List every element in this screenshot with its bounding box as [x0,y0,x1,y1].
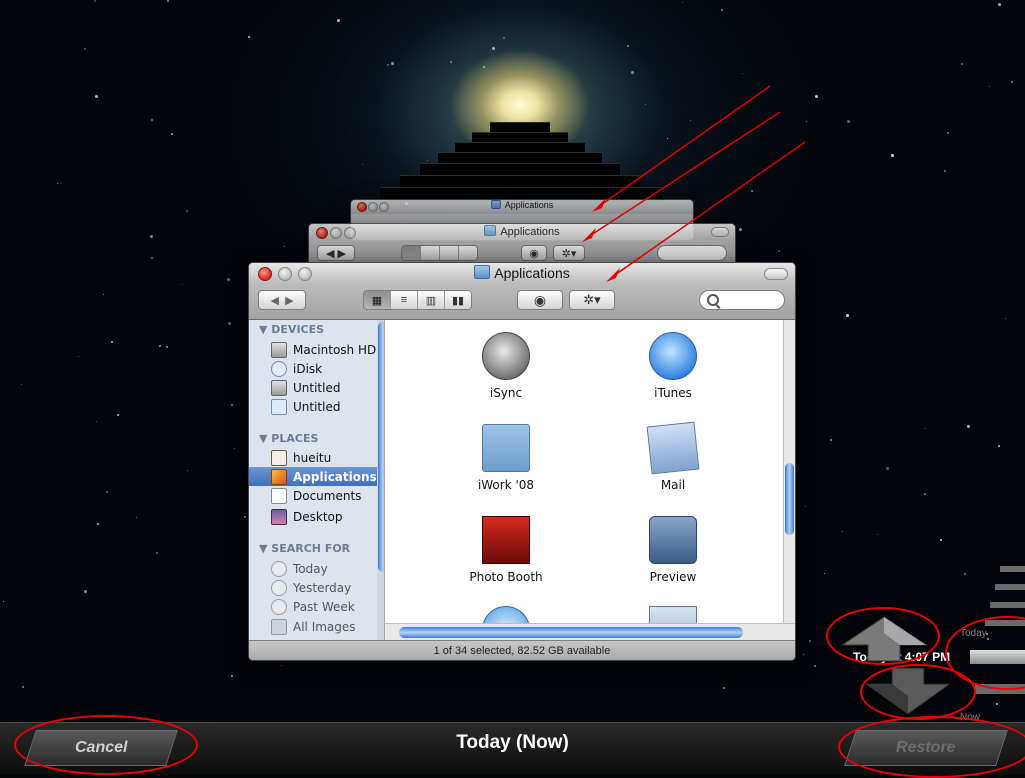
annotation-circle-cancel [14,715,198,775]
annotation-circle-back-arrow [826,607,940,665]
annotation-circle-restore [838,716,1025,778]
